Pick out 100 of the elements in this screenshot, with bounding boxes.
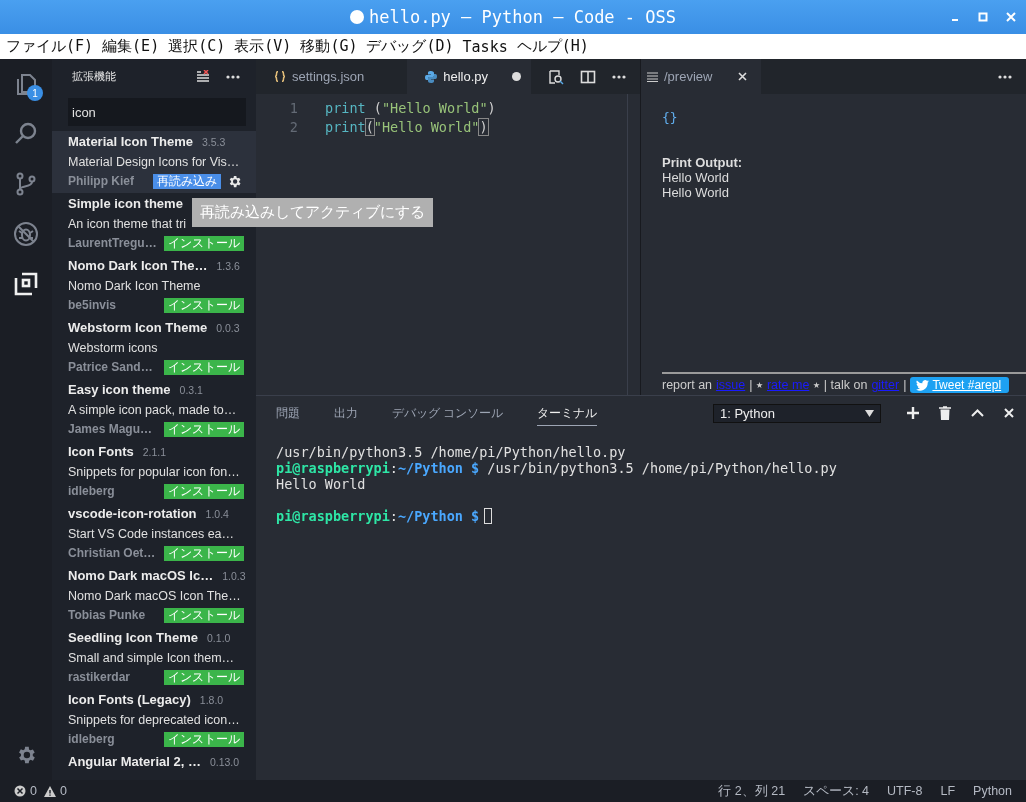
extension-version: 0.0.3 [216, 322, 240, 334]
extension-author: idleberg [68, 484, 116, 498]
extension-name: Icon Fonts [68, 444, 134, 459]
extensions-icon[interactable] [13, 271, 39, 297]
panel-tab[interactable]: 出力 [334, 400, 358, 426]
output-line: Hello World [662, 185, 730, 200]
extension-description: Snippets for popular icon fon… [68, 464, 241, 481]
menu-item[interactable]: 表示(V) [234, 37, 297, 56]
status-item[interactable]: スペース: 4 [803, 782, 870, 800]
panel-tab[interactable]: デバッグ コンソール [392, 400, 504, 426]
extension-author: be5invis [68, 298, 118, 312]
output-heading: Print Output: [662, 155, 744, 170]
terminal-line: pi@raspberrypi:~/Python $ [276, 508, 480, 524]
error-icon [14, 785, 26, 797]
status-item[interactable]: 行 2、列 21 [718, 782, 786, 800]
split-editor-icon[interactable] [580, 68, 596, 85]
bird-icon [916, 379, 930, 391]
extension-item[interactable]: Easy icon theme 0.3.1 A simple icon pack, made to… James Magu… インストール [52, 379, 256, 441]
status-item[interactable]: Python [973, 784, 1012, 798]
lines-icon [647, 71, 658, 82]
terminal-line: /usr/bin/python3.5 /home/pi/Python/hello.py [276, 444, 626, 460]
extension-description: Snippets for deprecated icon… [68, 712, 241, 729]
extension-name: Icon Fonts (Legacy) [68, 692, 191, 707]
plus-icon[interactable] [907, 407, 919, 419]
code-line: print ("Hello World") [325, 99, 496, 116]
extension-name: Seedling Icon Theme [68, 630, 199, 645]
extension-item[interactable]: Icon Fonts (Legacy) 1.8.0 Snippets for deprecated icon… idleberg インストール [52, 689, 256, 751]
more-icon[interactable] [226, 74, 240, 79]
extension-version: 1.3.6 [216, 260, 240, 272]
close-icon[interactable] [738, 72, 747, 81]
editor-tab[interactable]: hello.py [407, 59, 532, 94]
menu-item[interactable]: 編集(E) [102, 37, 165, 56]
menu-item[interactable]: デバッグ(D) [366, 37, 459, 56]
extension-description: Material Design Icons for Vis… [68, 154, 241, 171]
extension-item[interactable]: Nomo Dark Icon The… 1.3.6 Nomo Dark Icon Theme be5invis インストール [52, 255, 256, 317]
extension-description: An icon theme that tri [68, 216, 188, 233]
extension-author: rastikerdar [68, 670, 132, 684]
footer-text: ⭑ | talk on [813, 377, 868, 393]
sidebar-title: 拡張機能 [72, 69, 117, 84]
extension-item[interactable]: Material Icon Theme 3.5.3 Material Design Icons for Vis… Philipp Kief 再読み込み [52, 131, 256, 193]
terminal[interactable]: /usr/bin/python3.5 /home/pi/Python/hello.py pi@raspberrypi:~/Python $ /usr/bin/python3.5 /home/pi/Python/hello.py Hello World pi@raspberrypi:~/Python $ [256, 430, 1026, 538]
terminal-dropdown[interactable]: 1: Python [713, 403, 881, 423]
more-icon[interactable] [612, 74, 626, 79]
clear-list-icon[interactable] [196, 69, 210, 84]
close-icon[interactable] [1004, 408, 1014, 418]
extension-description: Nomo Dark macOS Icon The… [68, 588, 242, 605]
maximize-icon[interactable] [978, 12, 988, 22]
more-icon[interactable] [998, 74, 1012, 79]
extension-version: 1.8.0 [199, 694, 224, 706]
warning-count: 0 [59, 784, 67, 798]
extension-item[interactable]: Icon Fonts 2.1.1 Snippets for popular icon fon… idleberg インストール [52, 441, 256, 503]
extension-description: Nomo Dark Icon Theme [68, 278, 202, 295]
preview-search-icon[interactable] [548, 68, 564, 85]
extension-version: 2.1.1 [142, 446, 167, 458]
footer-text: | ⭑ [749, 377, 763, 393]
extension-version: 1.0.4 [205, 508, 229, 520]
menu-item[interactable]: Tasks [462, 37, 513, 56]
bug-icon[interactable] [13, 221, 39, 247]
extension-author: Tobias Punke [68, 608, 147, 622]
terminal-line: pi@raspberrypi:~/Python $ /usr/bin/python3.5 /home/pi/Python/hello.py [276, 460, 837, 476]
menu-item[interactable]: ファイル(F) [6, 37, 99, 56]
line-number: 1 [288, 99, 299, 116]
extension-version: 0.1.0 [207, 632, 231, 644]
extension-name: Nomo Dark macOS Ic… [68, 568, 214, 583]
extension-author: James Magu… [68, 422, 154, 436]
json-output: {} [662, 110, 679, 125]
extension-description: A simple icon pack, made to… [68, 402, 238, 419]
python-icon [425, 70, 438, 83]
extension-author: Patrice Sand… [68, 360, 154, 374]
preview-tab[interactable]: /preview [641, 59, 761, 94]
terminal-line: Hello World [276, 476, 366, 492]
problems-indicator[interactable]: 0 0 [14, 784, 70, 798]
tab-label: hello.py [443, 69, 489, 84]
panel-tab[interactable]: ターミナル [537, 400, 598, 426]
extension-description: Webstorm icons [68, 340, 159, 357]
extension-author: Christian Oet… [68, 546, 157, 560]
extension-item[interactable]: Nomo Dark macOS Ic… 1.0.3 Nomo Dark macOS Icon The… Tobias Punke インストール [52, 565, 256, 627]
extension-name: vscode-icon-rotation [68, 506, 197, 521]
trash-icon[interactable] [939, 406, 951, 420]
panel-tab[interactable]: 問題 [276, 400, 300, 426]
search-field[interactable]: icon [68, 98, 246, 126]
extension-item[interactable]: Seedling Icon Theme 0.1.0 Small and simple Icon them… rastikerdar インストール [52, 627, 256, 689]
extension-author: Philipp Kief [68, 174, 135, 188]
extension-name: Material Icon Theme [68, 134, 193, 149]
extension-version: 0.13.0 [209, 756, 240, 768]
menu-item[interactable]: 移動(G) [300, 37, 363, 56]
window-title: hello.py — Python — Code - OSS [368, 7, 676, 27]
menu-item[interactable]: ヘルプ(H) [516, 37, 594, 56]
code-line: print("Hello World") [325, 118, 488, 135]
extension-item[interactable]: Angular Material 2, … 0.13.0 [52, 751, 256, 780]
extension-item[interactable]: vscode-icon-rotation 1.0.4 Start VS Code instances ea… Christian Oet… インストール [52, 503, 256, 565]
caret-icon [865, 409, 874, 417]
chevron-up-icon[interactable] [971, 409, 984, 417]
menu-item[interactable]: 選択(C) [168, 37, 231, 56]
extension-item[interactable]: Webstorm Icon Theme 0.0.3 Webstorm icons Patrice Sand… インストール [52, 317, 256, 379]
settings-icon[interactable] [227, 173, 242, 189]
braces-icon [274, 71, 286, 82]
status-item[interactable]: UTF-8 [887, 784, 923, 798]
extension-description: Small and simple Icon them… [68, 650, 236, 667]
status-item[interactable]: LF [940, 784, 956, 798]
